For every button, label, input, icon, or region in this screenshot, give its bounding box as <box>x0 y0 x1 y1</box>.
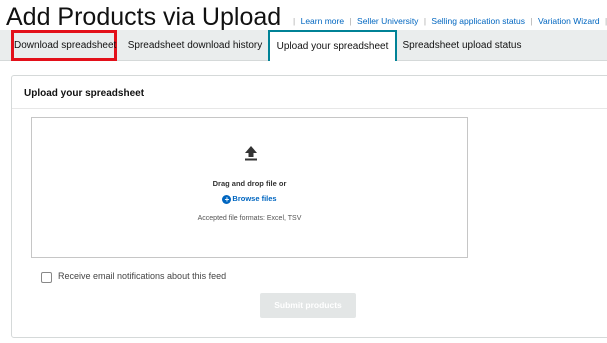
tab-spreadsheet-upload-status[interactable]: Spreadsheet upload status <box>397 30 527 61</box>
seller-university-link[interactable]: Seller University <box>357 16 418 26</box>
browse-files-link[interactable]: + Browse files <box>31 194 468 204</box>
email-notifications-label: Receive email notifications about this f… <box>58 271 227 281</box>
plus-circle-icon: + <box>222 194 232 204</box>
email-notifications-checkbox[interactable] <box>41 272 52 283</box>
submit-products-button[interactable]: Submit products <box>260 293 356 318</box>
tab-bar: Download spreadsheet Spreadsheet downloa… <box>0 30 607 61</box>
drop-instruction: Drag and drop file or <box>212 179 287 188</box>
upload-arrow-icon <box>245 146 257 161</box>
accepted-formats: Accepted file formats: Excel, TSV <box>197 215 302 222</box>
learn-more-link[interactable]: Learn more <box>301 16 344 26</box>
page-title: Add Products via Upload <box>6 3 282 31</box>
panel-divider <box>12 108 607 109</box>
tab-upload-your-spreadsheet[interactable]: Upload your spreadsheet <box>268 30 397 61</box>
upload-panel-title: Upload your spreadsheet <box>24 88 145 99</box>
top-links: | Learn more | Seller University | Selli… <box>293 16 607 26</box>
browse-files-label: Browse files <box>232 194 277 203</box>
tab-download-spreadsheet[interactable]: Download spreadsheet <box>11 30 117 61</box>
selling-application-status-link[interactable]: Selling application status <box>431 16 525 26</box>
variation-wizard-link[interactable]: Variation Wizard <box>538 16 600 26</box>
tab-spreadsheet-download-history[interactable]: Spreadsheet download history <box>122 30 268 61</box>
